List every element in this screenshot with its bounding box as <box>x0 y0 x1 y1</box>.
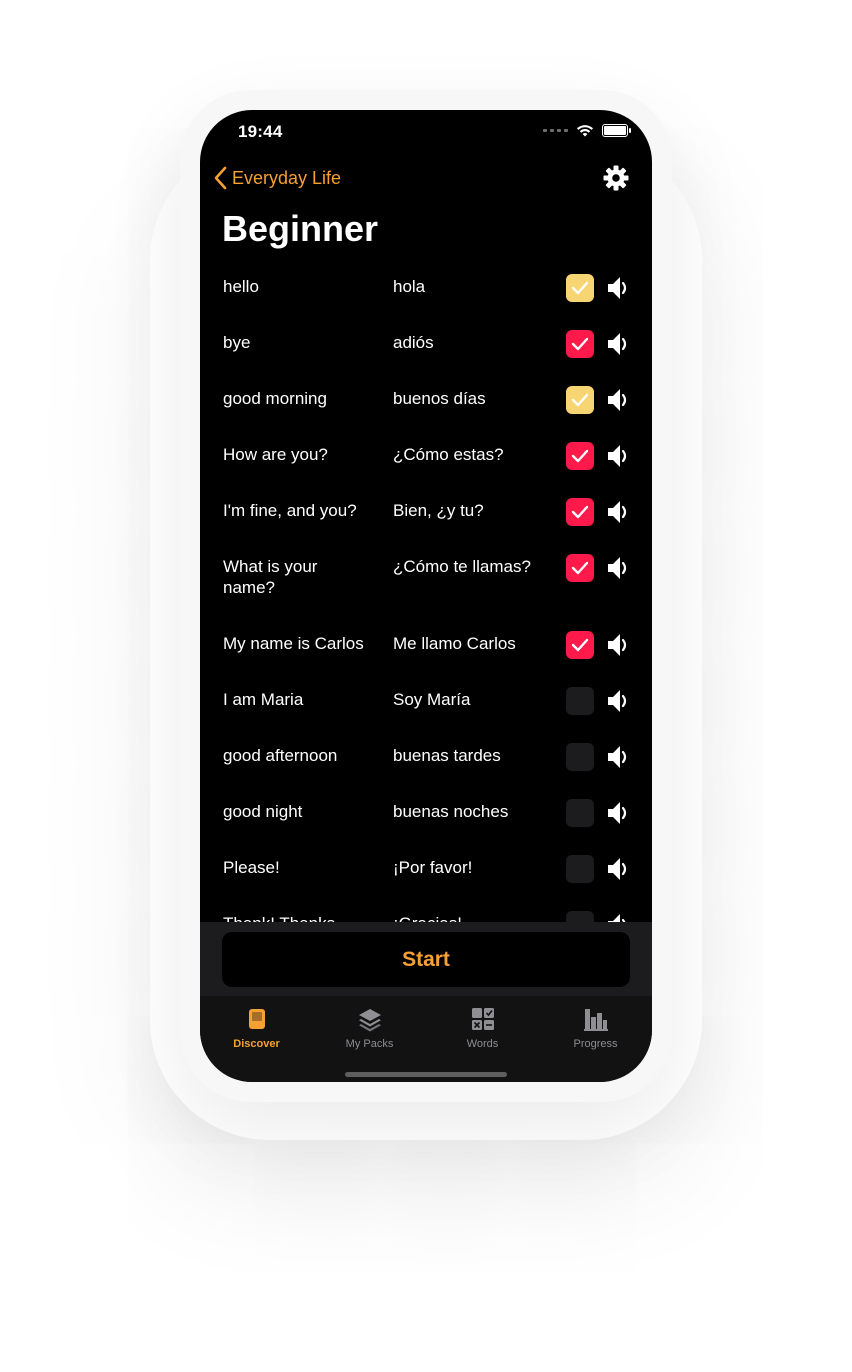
list-item[interactable]: I'm fine, and you? Bien, ¿y tu? <box>200 484 652 540</box>
speaker-icon[interactable] <box>606 743 630 771</box>
start-button[interactable]: Start <box>222 932 630 987</box>
learned-checkbox[interactable] <box>566 274 594 302</box>
speaker-icon[interactable] <box>606 330 630 358</box>
list-item[interactable]: good morning buenos días <box>200 372 652 428</box>
learned-checkbox[interactable] <box>566 442 594 470</box>
phrase-spanish: Me llamo Carlos <box>393 634 516 653</box>
list-item[interactable]: How are you? ¿Cómo estas? <box>200 428 652 484</box>
status-time: 19:44 <box>238 122 283 141</box>
book-icon <box>248 1009 265 1029</box>
battery-icon <box>602 124 631 137</box>
back-button-label: Everyday Life <box>232 167 342 188</box>
phone-screen: 19:44 Everyday Life Beginner hello hola … <box>200 110 652 1082</box>
phrase-english: I'm fine, and you? <box>223 501 357 520</box>
gear-icon[interactable] <box>602 164 630 192</box>
speaker-icon[interactable] <box>606 911 630 922</box>
phrase-english: good morning <box>223 389 327 408</box>
list-item[interactable]: What is your name? ¿Cómo te llamas? <box>200 540 652 617</box>
phrase-english: Thank! Thanks <box>223 913 373 922</box>
layers-icon <box>358 1009 381 1032</box>
phrase-spanish: buenos días <box>393 389 486 408</box>
phrase-english: hello <box>223 277 259 296</box>
phrase-spanish: Soy María <box>393 690 471 709</box>
phrase-spanish: ¿Cómo estas? <box>393 445 504 464</box>
learned-checkbox[interactable] <box>566 554 594 582</box>
tab-words[interactable]: Words <box>426 996 539 1082</box>
learned-checkbox[interactable] <box>566 911 594 922</box>
chevron-left-icon <box>214 166 227 190</box>
learned-checkbox[interactable] <box>566 799 594 827</box>
page-title: Beginner <box>222 208 379 249</box>
speaker-icon[interactable] <box>606 274 630 302</box>
list-item[interactable]: Please! ¡Por favor! <box>200 841 652 897</box>
tab-label: My Packs <box>345 1038 394 1050</box>
speaker-icon[interactable] <box>606 687 630 715</box>
phrase-english: Please! <box>223 858 280 877</box>
learned-checkbox[interactable] <box>566 855 594 883</box>
list-item[interactable]: bye adiós <box>200 316 652 372</box>
tab-bar: Discover My Packs Words Progress <box>200 996 652 1082</box>
stage: 19:44 Everyday Life Beginner hello hola … <box>0 0 852 1372</box>
phrase-english: I am Maria <box>223 690 304 709</box>
phrase-spanish: buenas noches <box>393 802 509 821</box>
tab-progress[interactable]: Progress <box>539 996 652 1082</box>
tab-label: Words <box>466 1038 499 1050</box>
phrase-english: What is your name? <box>223 557 318 597</box>
speaker-icon[interactable] <box>606 855 630 883</box>
start-area: Start <box>200 922 652 996</box>
learned-checkbox[interactable] <box>566 687 594 715</box>
list-item[interactable]: hello hola <box>200 260 652 316</box>
speaker-icon[interactable] <box>606 799 630 827</box>
phrase-list[interactable]: hello hola bye adiós good morning buenos días… <box>200 260 652 922</box>
tab-my-packs[interactable]: My Packs <box>313 996 426 1082</box>
checkmark-icon <box>571 281 589 295</box>
phrase-spanish: hola <box>393 277 426 296</box>
checkmark-icon <box>571 638 589 652</box>
checkmark-icon <box>571 337 589 351</box>
status-icons <box>543 124 631 137</box>
list-item[interactable]: I am Maria Soy María <box>200 673 652 729</box>
bar-chart-icon <box>583 1009 608 1031</box>
phrase-spanish: ¡Gracias! <box>393 913 553 922</box>
phrase-english: My name is Carlos <box>223 634 364 653</box>
phrase-spanish: buenas tardes <box>393 746 501 765</box>
speaker-icon[interactable] <box>606 554 630 582</box>
wifi-icon <box>577 125 593 137</box>
learned-checkbox[interactable] <box>566 743 594 771</box>
list-item[interactable]: My name is Carlos Me llamo Carlos <box>200 617 652 673</box>
list-item[interactable]: good night buenas noches <box>200 785 652 841</box>
speaker-icon[interactable] <box>606 386 630 414</box>
grid-icon <box>471 1008 494 1030</box>
phrase-english: good afternoon <box>223 746 338 765</box>
tab-label: Discover <box>233 1038 280 1050</box>
list-item[interactable]: Thank! Thanks ¡Gracias! <box>200 897 652 922</box>
checkmark-icon <box>571 449 589 463</box>
phrase-spanish: adiós <box>393 333 434 352</box>
cellular-signal-icon <box>543 129 568 132</box>
phrase-spanish: Bien, ¿y tu? <box>393 501 484 520</box>
speaker-icon[interactable] <box>606 442 630 470</box>
phrase-english: How are you? <box>223 445 328 464</box>
checkmark-icon <box>571 393 589 407</box>
tab-label: Progress <box>573 1038 618 1050</box>
home-indicator <box>345 1072 507 1077</box>
phrase-english: good night <box>223 802 303 821</box>
phrase-english: bye <box>223 333 251 352</box>
learned-checkbox[interactable] <box>566 498 594 526</box>
learned-checkbox[interactable] <box>566 386 594 414</box>
checkmark-icon <box>571 561 589 575</box>
speaker-icon[interactable] <box>606 498 630 526</box>
tab-discover[interactable]: Discover <box>200 996 313 1082</box>
list-item[interactable]: good afternoon buenas tardes <box>200 729 652 785</box>
phrase-spanish: ¡Por favor! <box>393 858 473 877</box>
back-button[interactable]: Everyday Life <box>214 166 341 190</box>
speaker-icon[interactable] <box>606 631 630 659</box>
phrase-spanish: ¿Cómo te llamas? <box>393 557 531 576</box>
learned-checkbox[interactable] <box>566 330 594 358</box>
checkmark-icon <box>571 505 589 519</box>
learned-checkbox[interactable] <box>566 631 594 659</box>
